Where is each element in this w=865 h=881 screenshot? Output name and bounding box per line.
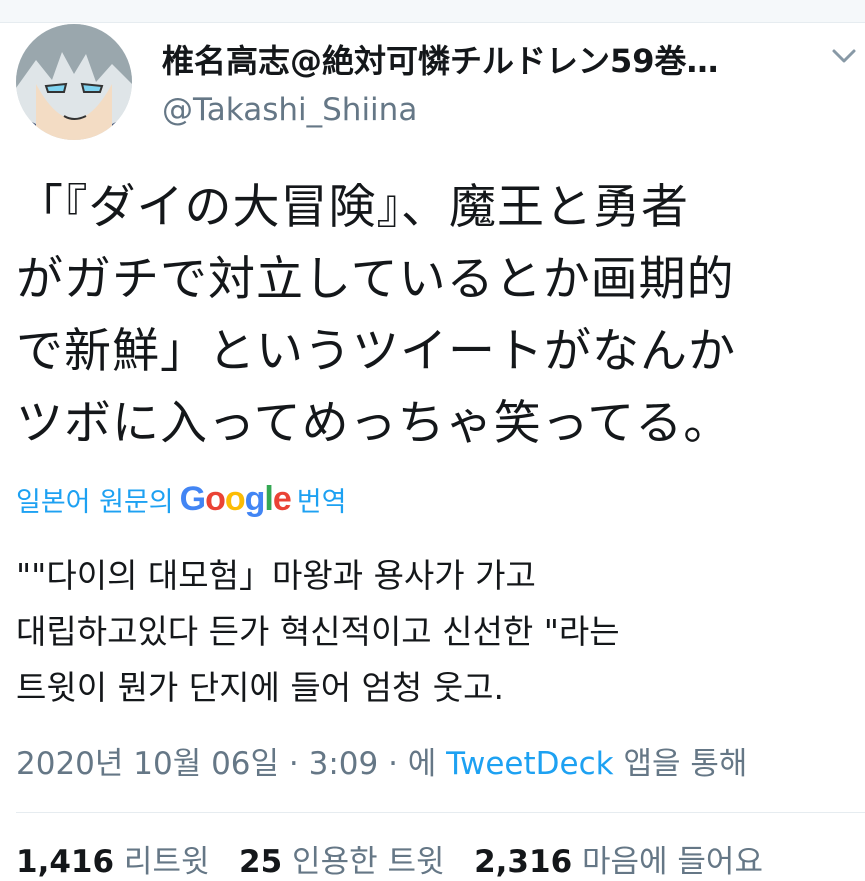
retweet-count[interactable]: 1,416 리트윗 xyxy=(16,844,209,880)
timestamp[interactable]: 2020년 10월 06일 · 3:09 · 에 xyxy=(16,746,436,782)
tweet-line: がガチで対立しているとか画期的 xyxy=(16,252,735,307)
translated-line: 트윗이 뭔가 단지에 들어 엄청 웃고. xyxy=(16,668,504,707)
tweet-stats: 1,416 리트윗 25 인용한 트윗 2,316 마음에 들어요 xyxy=(16,836,763,881)
translated-line: ""다이의 대모험」마왕과 용사가 가고 xyxy=(16,556,536,595)
avatar[interactable] xyxy=(16,24,132,140)
source-suffix: 앱을 통해 xyxy=(623,746,748,782)
translated-line: 대립하고있다 든가 혁신적이고 신선한 "라는 xyxy=(16,612,620,651)
chevron-down-icon[interactable] xyxy=(826,38,862,74)
source-link[interactable]: TweetDeck xyxy=(446,746,613,782)
translated-text: ""다이의 대모험」마왕과 용사가 가고 대립하고있다 든가 혁신적이고 신선한… xyxy=(16,548,856,716)
google-logo: Google xyxy=(179,480,292,518)
user-handle[interactable]: @Takashi_Shiina xyxy=(162,92,417,128)
translate-prefix: 일본어 원문의 xyxy=(16,487,174,518)
tweet-line: ツボに入ってめっちゃ笑ってる。 xyxy=(16,396,732,451)
translate-suffix: 번역 xyxy=(296,487,347,518)
divider xyxy=(16,812,865,813)
tweet-meta: 2020년 10월 06일 · 3:09 · 에 TweetDeck 앱을 통해 xyxy=(16,738,747,783)
tweet-line: 「『ダイの大冒険』、魔王と勇者 xyxy=(16,180,689,235)
tweet-text: 「『ダイの大冒険』、魔王と勇者 がガチで対立しているとか画期的 で新鮮」というツ… xyxy=(16,172,856,460)
avatar-illustration xyxy=(16,24,132,140)
like-count[interactable]: 2,316 마음에 들어요 xyxy=(474,844,763,880)
google-translate-label[interactable]: 일본어 원문의 Google 번역 xyxy=(16,480,346,519)
top-divider xyxy=(0,0,865,23)
display-name[interactable]: 椎名高志@絶対可憐チルドレン59巻… xyxy=(162,36,719,82)
tweet-line: で新鮮」というツイートがなんか xyxy=(16,324,736,379)
quote-count[interactable]: 25 인용한 트윗 xyxy=(239,844,444,880)
